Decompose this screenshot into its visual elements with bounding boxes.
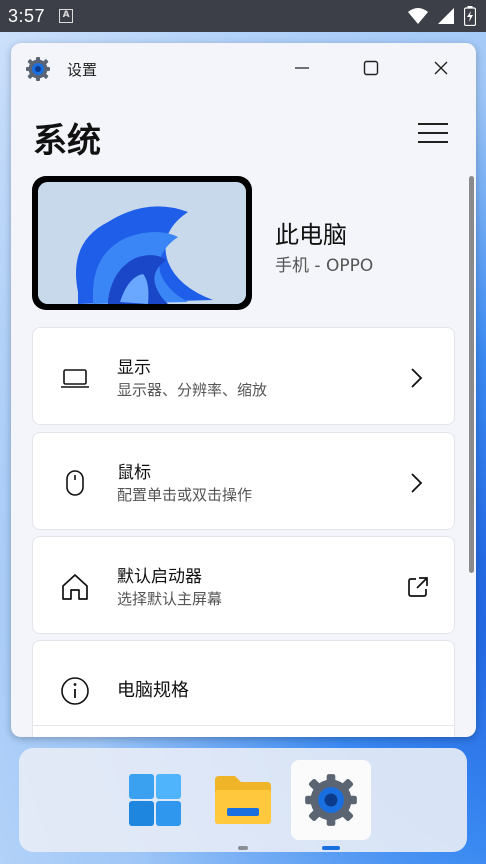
chevron-right-icon xyxy=(411,368,423,388)
info-icon xyxy=(61,677,89,705)
device-thumbnail xyxy=(32,176,252,310)
maximize-icon xyxy=(363,60,379,76)
device-name: 此电脑 xyxy=(275,221,347,249)
hamburger-menu-icon[interactable] xyxy=(416,119,450,147)
status-time: 3:57 xyxy=(8,5,46,26)
start-button[interactable] xyxy=(115,760,195,840)
card-label: 默认启动器 xyxy=(117,567,202,587)
settings-window: 设置 系统 此电脑 手机 - OPPO 显示 显示器、分辨率、缩放 鼠标 配置单… xyxy=(11,43,476,737)
card-subtitle: 显示器、分辨率、缩放 xyxy=(117,381,268,399)
status-icons xyxy=(408,6,476,26)
status-bar: 3:57 A xyxy=(0,0,486,32)
settings-icon xyxy=(305,774,357,826)
signal-icon xyxy=(438,8,454,24)
settings-icon xyxy=(26,57,50,81)
pc-specs-card[interactable]: 电脑规格 xyxy=(32,640,455,737)
card-label: 鼠标 xyxy=(117,463,151,483)
close-icon xyxy=(434,61,448,75)
mouse-settings-card[interactable]: 鼠标 配置单击或双击操作 xyxy=(32,432,455,530)
wallpaper-bloom-image xyxy=(38,182,246,304)
display-settings-card[interactable]: 显示 显示器、分辨率、缩放 xyxy=(32,327,455,425)
scrollbar[interactable] xyxy=(469,176,474,573)
device-subtitle: 手机 - OPPO xyxy=(275,256,374,276)
laptop-icon xyxy=(61,369,89,388)
wifi-icon xyxy=(408,8,428,24)
file-explorer-icon xyxy=(215,776,271,824)
a-icon: A xyxy=(59,9,74,23)
page-title: 系统 xyxy=(33,121,101,161)
card-label: 显示 xyxy=(117,358,151,378)
close-button[interactable] xyxy=(428,55,454,81)
file-explorer-button[interactable] xyxy=(203,760,283,850)
card-subtitle: 配置单击或双击操作 xyxy=(117,486,253,504)
card-subtitle: 选择默认主屏幕 xyxy=(117,590,223,608)
mouse-icon xyxy=(66,470,84,496)
minimize-icon xyxy=(295,67,309,69)
divider xyxy=(33,725,454,726)
settings-taskbar-button[interactable] xyxy=(291,760,371,850)
taskbar xyxy=(19,748,467,852)
active-indicator xyxy=(322,846,340,850)
chevron-right-icon xyxy=(411,473,423,493)
running-indicator xyxy=(238,846,248,850)
minimize-button[interactable] xyxy=(289,55,315,81)
external-link-icon xyxy=(408,577,428,597)
maximize-button[interactable] xyxy=(358,55,384,81)
title-bar: 设置 xyxy=(11,43,476,93)
card-label: 电脑规格 xyxy=(117,680,189,701)
window-title: 设置 xyxy=(67,61,98,79)
home-icon xyxy=(62,574,88,600)
start-icon xyxy=(129,774,181,826)
default-launcher-card[interactable]: 默认启动器 选择默认主屏幕 xyxy=(32,536,455,634)
battery-icon xyxy=(464,6,476,26)
